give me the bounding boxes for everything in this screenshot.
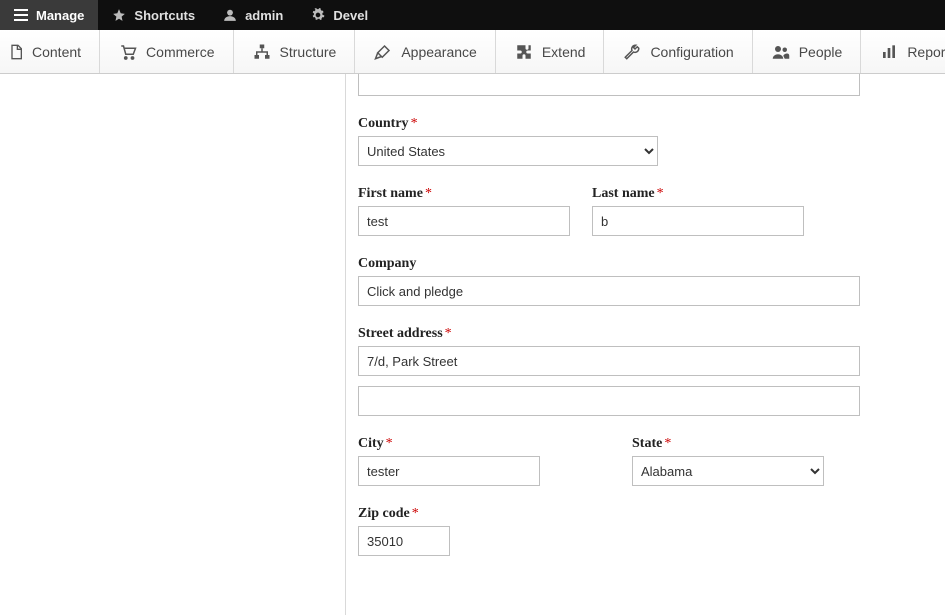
required-marker: * [412, 506, 419, 521]
vertical-divider [345, 74, 346, 615]
street-address-1-input[interactable] [358, 346, 860, 376]
unknown-text-input[interactable] [358, 74, 860, 96]
field-city: City* [358, 436, 540, 486]
company-label: Company [358, 256, 925, 272]
menu-label: Structure [280, 44, 337, 60]
label-text: First name [358, 186, 423, 201]
toolbar-label: admin [245, 8, 283, 23]
star-icon [112, 8, 126, 22]
wrench-icon [622, 42, 642, 62]
hamburger-icon [14, 8, 28, 22]
state-label: State* [632, 436, 824, 452]
admin-menubar: Content Commerce Structure Appearance Ex… [0, 30, 945, 74]
menu-label: Extend [542, 44, 586, 60]
menu-label: Content [32, 44, 81, 60]
required-marker: * [657, 186, 664, 201]
menu-people[interactable]: People [753, 30, 862, 73]
city-label: City* [358, 436, 540, 452]
menu-label: People [799, 44, 843, 60]
field-company: Company [358, 256, 925, 306]
state-select[interactable]: Alabama [632, 456, 824, 486]
field-first-name: First name* [358, 186, 570, 236]
gear-icon [311, 8, 325, 22]
last-name-input[interactable] [592, 206, 804, 236]
field-street: Street address* [358, 326, 925, 416]
toolbar-shortcuts[interactable]: Shortcuts [98, 0, 209, 30]
street-label: Street address* [358, 326, 925, 342]
company-input[interactable] [358, 276, 860, 306]
menu-structure[interactable]: Structure [234, 30, 356, 73]
menu-label: Commerce [146, 44, 214, 60]
address-form: Country* United States First name* Last … [358, 74, 925, 615]
label-text: City [358, 436, 384, 451]
toolbar-label: Devel [333, 8, 368, 23]
menu-label: Reports [907, 44, 945, 60]
page-body: Country* United States First name* Last … [0, 74, 945, 615]
cart-icon [118, 42, 138, 62]
admin-toolbar: Manage Shortcuts admin Devel [0, 0, 945, 30]
menu-content[interactable]: Content [0, 30, 100, 73]
field-last-name: Last name* [592, 186, 804, 236]
label-text: Last name [592, 186, 655, 201]
first-name-input[interactable] [358, 206, 570, 236]
field-zip: Zip code* [358, 506, 925, 556]
user-icon [223, 8, 237, 22]
field-name-row: First name* Last name* [358, 186, 925, 236]
document-icon [6, 42, 26, 62]
street-address-2-input[interactable] [358, 386, 860, 416]
country-label: Country* [358, 116, 925, 132]
toolbar-user[interactable]: admin [209, 0, 297, 30]
first-name-label: First name* [358, 186, 570, 202]
required-marker: * [664, 436, 671, 451]
zip-label: Zip code* [358, 506, 925, 522]
brush-icon [373, 42, 393, 62]
menu-appearance[interactable]: Appearance [355, 30, 496, 73]
last-name-label: Last name* [592, 186, 804, 202]
menu-configuration[interactable]: Configuration [604, 30, 752, 73]
toolbar-label: Shortcuts [134, 8, 195, 23]
field-state: State* Alabama [632, 436, 824, 486]
menu-extend[interactable]: Extend [496, 30, 605, 73]
label-text: Country [358, 116, 409, 131]
menu-commerce[interactable]: Commerce [100, 30, 233, 73]
toolbar-devel[interactable]: Devel [297, 0, 382, 30]
puzzle-icon [514, 42, 534, 62]
required-marker: * [411, 116, 418, 131]
label-text: State [632, 436, 662, 451]
city-input[interactable] [358, 456, 540, 486]
bar-chart-icon [879, 42, 899, 62]
toolbar-manage[interactable]: Manage [0, 0, 98, 30]
menu-label: Appearance [401, 44, 477, 60]
toolbar-label: Manage [36, 8, 84, 23]
label-text: Street address [358, 326, 443, 341]
zip-input[interactable] [358, 526, 450, 556]
people-icon [771, 42, 791, 62]
required-marker: * [425, 186, 432, 201]
sitemap-icon [252, 42, 272, 62]
country-select[interactable]: United States [358, 136, 658, 166]
field-city-state-row: City* State* Alabama [358, 436, 925, 486]
label-text: Zip code [358, 506, 410, 521]
required-marker: * [445, 326, 452, 341]
menu-label: Configuration [650, 44, 733, 60]
field-country: Country* United States [358, 116, 925, 166]
required-marker: * [386, 436, 393, 451]
menu-reports[interactable]: Reports [861, 30, 945, 73]
